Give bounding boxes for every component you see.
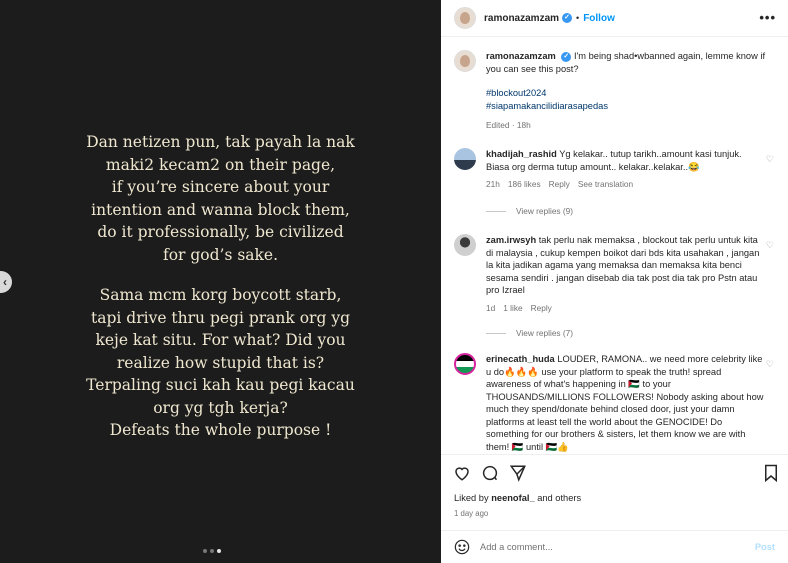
reply-button[interactable]: Reply — [549, 179, 570, 189]
separator-dot: • — [576, 13, 580, 23]
header-username[interactable]: ramonazamzam — [484, 13, 559, 24]
comment-body: LOUDER, RAMONA.. we need more celebrity … — [486, 354, 764, 452]
post-caption: ramonazamzam ✓ I'm being shad•wbanned ag… — [454, 50, 774, 130]
bookmark-icon[interactable] — [763, 464, 779, 482]
carousel-dot — [203, 549, 207, 553]
comment-likes[interactable]: 186 likes — [508, 179, 541, 189]
post-header: ramonazamzam ✓ • Follow ••• — [441, 0, 788, 37]
verified-badge-icon: ✓ — [562, 13, 573, 23]
liked-by-prefix: Liked by — [454, 493, 492, 503]
media-text-paragraph-2: Sama mcm korg boycott starb, tapi drive … — [86, 286, 355, 439]
comments-list[interactable]: ramonazamzam ✓ I'm being shad•wbanned ag… — [441, 38, 788, 454]
view-replies-button[interactable]: View replies (7) — [486, 328, 573, 338]
post-actions: Liked by neenofal_ and others 1 day ago — [441, 454, 788, 522]
more-options-icon[interactable]: ••• — [759, 10, 776, 25]
hashtag-link[interactable]: #siapamakancilidiarasapedas — [486, 100, 766, 113]
avatar[interactable] — [454, 7, 476, 29]
carousel-dot-active — [217, 549, 221, 553]
view-replies-button[interactable]: View replies (9) — [486, 206, 573, 216]
emoji-icon[interactable] — [454, 539, 470, 555]
comment-item: khadijah_rashid Yg kelakar.. tutup tarik… — [454, 148, 784, 189]
comment-username[interactable]: zam.irwsyh — [486, 235, 536, 245]
caption-username[interactable]: ramonazamzam — [486, 51, 556, 61]
liked-by-text: Liked by neenofal_ and others — [454, 493, 581, 503]
post-sidebar: ramonazamzam ✓ • Follow ••• ramonazamzam… — [441, 0, 788, 563]
comment-text: zam.irwsyh tak perlu nak memaksa , block… — [486, 234, 766, 297]
carousel-dots — [203, 549, 221, 553]
media-text-paragraph-1: Dan netizen pun, tak payah la nak maki2 … — [86, 133, 355, 264]
follow-button[interactable]: Follow — [583, 13, 615, 24]
liked-by-user[interactable]: neenofal_ — [491, 493, 534, 503]
hashtag-link[interactable]: #blockout2024 — [486, 87, 766, 100]
avatar[interactable] — [454, 50, 476, 72]
comment-username[interactable]: khadijah_rashid — [486, 149, 557, 159]
share-send-icon[interactable] — [509, 464, 527, 482]
comment-actions: 21h 186 likes Reply See translation — [486, 179, 784, 189]
comment-item: erinecath_huda LOUDER, RAMONA.. we need … — [454, 353, 784, 453]
comment-text: erinecath_huda LOUDER, RAMONA.. we need … — [486, 353, 766, 453]
comment-likes[interactable]: 1 like — [503, 303, 522, 313]
view-replies-label: View replies (7) — [516, 328, 574, 338]
comment-time: 1d — [486, 302, 496, 313]
post-time: 1 day ago — [454, 509, 489, 518]
post-media[interactable]: Dan netizen pun, tak payah la nak maki2 … — [0, 0, 441, 563]
liked-by-others[interactable]: and others — [535, 493, 581, 503]
comment-actions: 1d 1 like Reply — [486, 303, 784, 313]
like-comment-heart-icon[interactable]: ♡ — [766, 359, 774, 370]
like-comment-heart-icon[interactable]: ♡ — [766, 240, 774, 251]
comment-username[interactable]: erinecath_huda — [486, 354, 555, 364]
view-replies-label: View replies (9) — [516, 206, 574, 216]
verified-badge-icon: ✓ — [561, 51, 572, 62]
like-heart-icon[interactable] — [453, 464, 471, 482]
comment-bubble-icon[interactable] — [481, 464, 499, 482]
avatar[interactable] — [454, 148, 476, 170]
reply-button[interactable]: Reply — [531, 303, 552, 313]
caption-meta: Edited · 18h — [486, 120, 531, 130]
post-comment-button[interactable]: Post — [755, 542, 775, 552]
comment-time: 21h — [486, 179, 500, 189]
add-comment-bar: Post — [441, 530, 788, 563]
comment-text: khadijah_rashid Yg kelakar.. tutup tarik… — [486, 148, 766, 173]
comment-item: zam.irwsyh tak perlu nak memaksa , block… — [454, 234, 784, 313]
avatar[interactable] — [454, 234, 476, 256]
carousel-dot — [210, 549, 214, 553]
caption-text: ramonazamzam ✓ I'm being shad•wbanned ag… — [486, 50, 766, 112]
avatar[interactable] — [454, 353, 476, 375]
add-comment-input[interactable] — [480, 542, 755, 552]
chevron-left-icon: ‹ — [3, 275, 7, 289]
see-translation-link[interactable]: See translation — [578, 179, 633, 189]
like-comment-heart-icon[interactable]: ♡ — [766, 154, 774, 165]
